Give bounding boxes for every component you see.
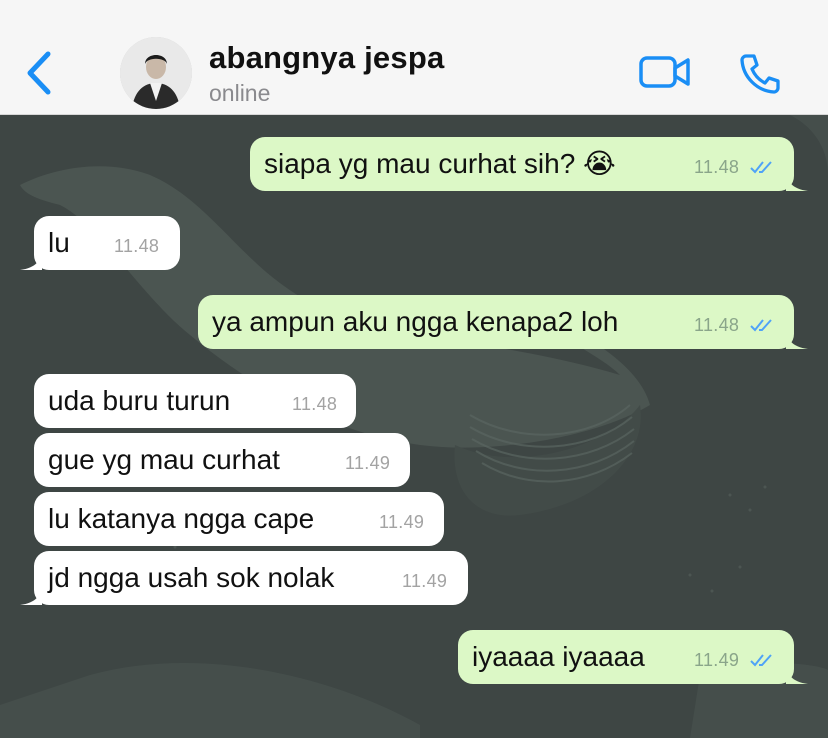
message-time: 11.48 xyxy=(292,394,338,414)
message-time: 11.49 xyxy=(345,453,391,473)
message-bubble-incoming[interactable]: gue yg mau curhat 11.49 xyxy=(34,433,410,487)
phone-icon[interactable] xyxy=(738,52,782,94)
message-text: lu xyxy=(48,227,70,258)
message-text: iyaaaa iyaaaa xyxy=(472,641,645,672)
avatar-photo xyxy=(120,37,192,109)
bubble-tail xyxy=(786,662,808,684)
bubble-tail xyxy=(786,327,808,349)
bubble-tail xyxy=(20,248,42,270)
message-text: gue yg mau curhat xyxy=(48,444,280,475)
message-text: uda buru turun xyxy=(48,385,231,416)
message-text: lu katanya ngga cape xyxy=(48,503,315,534)
message-bubble-incoming[interactable]: jd ngga usah sok nolak 11.49 xyxy=(20,551,468,605)
bubble-tail xyxy=(786,169,808,191)
video-camera-icon[interactable] xyxy=(638,52,692,92)
message-bubble-incoming[interactable]: uda buru turun 11.48 xyxy=(34,374,356,428)
message-time: 11.48 xyxy=(694,157,740,177)
double-check-icon xyxy=(750,161,772,174)
message-text: siapa yg mau curhat sih? 😭 xyxy=(264,148,616,179)
message-bubble-outgoing[interactable]: ya ampun aku ngga kenapa2 loh 11.48 xyxy=(198,295,808,349)
message-time: 11.48 xyxy=(114,236,160,256)
message-bubble-incoming[interactable]: lu 11.48 xyxy=(20,216,180,270)
double-check-icon xyxy=(750,319,772,332)
chat-header: abangnya jespa online xyxy=(0,0,828,115)
message-text: ya ampun aku ngga kenapa2 loh xyxy=(212,306,619,337)
message-text: jd ngga usah sok nolak xyxy=(48,562,335,593)
contact-name[interactable]: abangnya jespa xyxy=(209,40,444,76)
message-time: 11.49 xyxy=(694,650,740,670)
contact-status: online xyxy=(209,80,271,106)
bubble-tail xyxy=(20,583,42,605)
message-time: 11.49 xyxy=(379,512,425,532)
message-time: 11.48 xyxy=(694,315,740,335)
message-time: 11.49 xyxy=(402,571,448,591)
chevron-left-icon[interactable] xyxy=(20,46,60,100)
message-bubble-outgoing[interactable]: iyaaaa iyaaaa 11.49 xyxy=(458,630,808,684)
double-check-icon xyxy=(750,654,772,667)
avatar[interactable] xyxy=(120,37,192,109)
message-list[interactable]: siapa yg mau curhat sih? 😭 11.48 lu 11.4… xyxy=(0,115,828,738)
message-bubble-outgoing[interactable]: siapa yg mau curhat sih? 😭 11.48 xyxy=(250,137,808,191)
message-bubble-incoming[interactable]: lu katanya ngga cape 11.49 xyxy=(34,492,444,546)
